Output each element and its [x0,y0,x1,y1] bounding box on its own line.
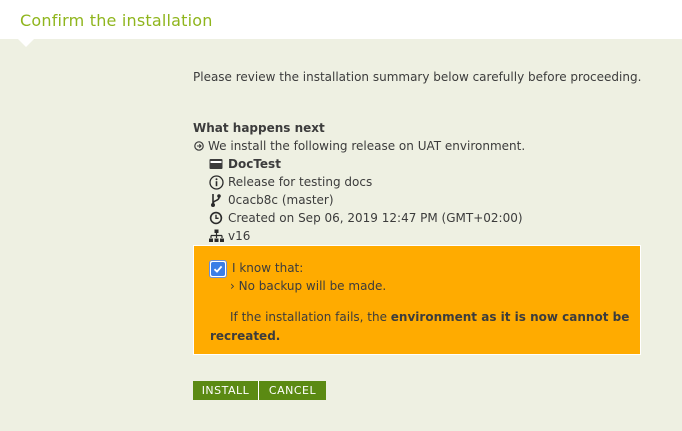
checkmark-icon [211,262,225,276]
arrow-circle-icon [193,138,204,154]
created-date-text: Created on Sep 06, 2019 12:47 PM (GMT+02… [228,211,523,225]
release-name-row: DocTest [208,156,281,172]
info-icon [208,174,224,190]
action-buttons: INSTALL CANCEL [193,381,326,400]
release-description: Release for testing docs [228,175,373,189]
release-card-icon [208,156,224,172]
page-header: Confirm the installation [0,0,682,39]
clock-icon [208,210,224,226]
git-branch-icon [208,192,224,208]
release-description-row: Release for testing docs [208,174,372,190]
page-title: Confirm the installation [20,11,213,30]
cancel-button[interactable]: CANCEL [259,381,326,400]
commit-row: 0cacb8c (master) [208,192,334,208]
install-button[interactable]: INSTALL [193,381,259,400]
version-row: v16 [208,228,250,244]
commit-text: 0cacb8c (master) [228,193,334,207]
what-happens-next-heading: What happens next [193,121,325,135]
sitemap-icon [208,228,224,244]
warning-box: I know that: › No backup will be made. I… [193,245,641,355]
no-backup-notice: › No backup will be made. [230,279,387,293]
acknowledge-label: I know that: [232,261,304,275]
what-happens-next-lead: We install the following release on UAT … [193,138,525,154]
failure-warning-prefix: If the installation fails, the [230,310,391,324]
created-date-row: Created on Sep 06, 2019 12:47 PM (GMT+02… [208,210,523,226]
acknowledge-checkbox[interactable] [209,260,227,278]
failure-warning-text: If the installation fails, the environme… [210,308,630,346]
release-name: DocTest [228,157,281,171]
header-notch [18,39,34,47]
lead-text: We install the following release on UAT … [208,139,526,153]
intro-text: Please review the installation summary b… [193,70,642,84]
version-text: v16 [228,229,251,243]
